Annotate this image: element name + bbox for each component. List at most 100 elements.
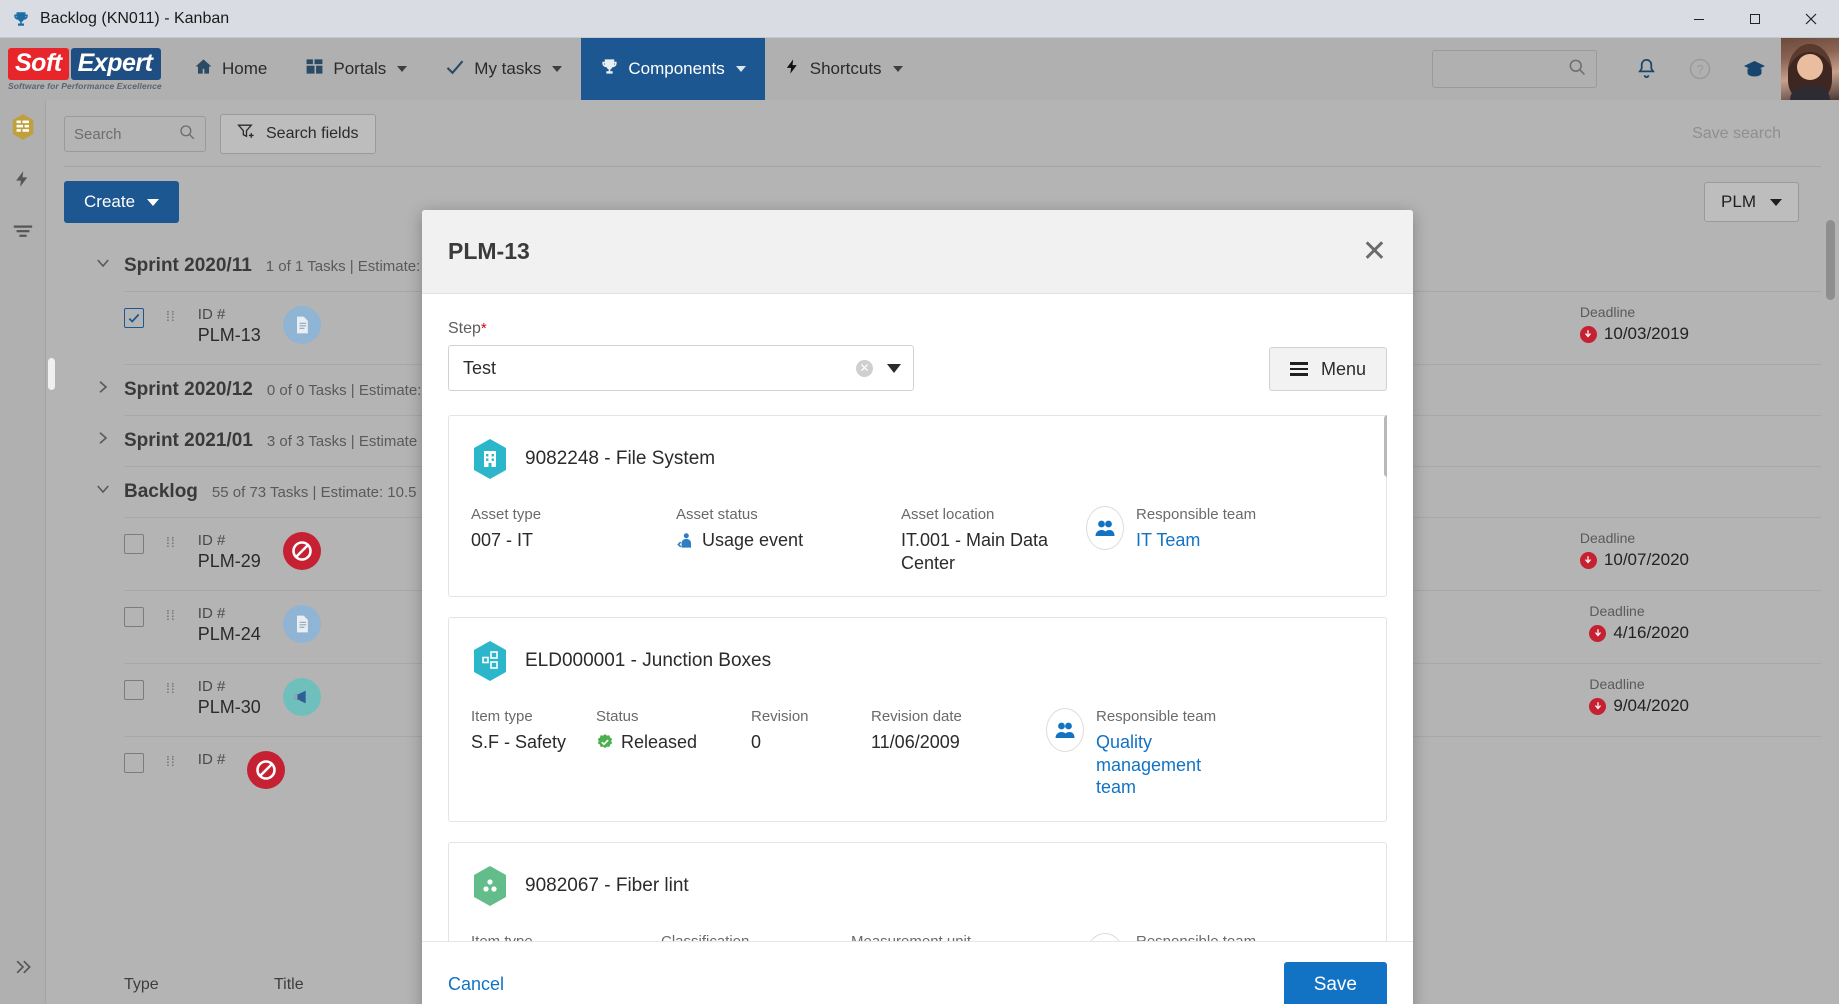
page-body: Search Search fields Save search Create … <box>0 100 1839 1004</box>
nav-item-portals-label: Portals <box>333 59 387 78</box>
field-responsible-team: Responsible team IT Team <box>1086 506 1274 574</box>
field-value: S.F - Safety <box>471 732 567 752</box>
check-icon <box>445 57 465 82</box>
softexpert-logo[interactable]: Soft Expert Software for Performance Exce… <box>0 38 175 100</box>
card-title: 9082248 - File System <box>525 448 716 469</box>
nav-item-components[interactable]: Components <box>581 38 765 100</box>
component-card-list: 9082248 - File System Asset type 007 - I… <box>448 415 1387 941</box>
bolt-icon <box>784 57 801 81</box>
minimize-button[interactable] <box>1671 0 1727 38</box>
field-label: Responsible team <box>1096 708 1217 725</box>
app-header: Soft Expert Software for Performance Exce… <box>0 38 1839 100</box>
step-label-text: Step <box>448 320 481 337</box>
menu-button[interactable]: Menu <box>1268 347 1387 391</box>
nav-item-shortcuts-label: Shortcuts <box>809 59 882 78</box>
field-revision-date: Revision date 11/06/2009 <box>871 708 1046 799</box>
field-asset-status: Asset status Usage event <box>676 506 901 574</box>
field-label: Asset status <box>676 506 758 523</box>
field-item-type: Item type S.F - Safety <box>471 708 596 799</box>
team-link[interactable]: Quality management team <box>1096 731 1236 799</box>
menu-button-label: Menu <box>1320 358 1366 379</box>
bell-icon[interactable] <box>1619 38 1673 100</box>
component-card[interactable]: 9082067 - Fiber lint Item type TXT - Cot… <box>448 841 1387 942</box>
card-fields: Item type TXT - Cotton textile processin… <box>471 932 1362 942</box>
field-value: 0 <box>751 732 762 752</box>
field-label: Revision date <box>871 708 962 725</box>
card-header: 9082067 - Fiber lint <box>471 865 1362 907</box>
window-controls <box>1671 0 1839 38</box>
field-item-type: Item type TXT - Cotton textile processin… <box>471 933 661 942</box>
header-actions: ? <box>1432 38 1839 100</box>
chevron-down-icon <box>552 66 563 72</box>
close-button[interactable] <box>1783 0 1839 38</box>
nav-item-my-tasks-label: My tasks <box>474 59 542 78</box>
cancel-button[interactable]: Cancel <box>448 974 504 995</box>
save-button[interactable]: Save <box>1283 961 1387 1004</box>
chevron-down-icon <box>397 66 408 72</box>
graduation-cap-icon[interactable] <box>1727 38 1781 100</box>
maximize-button[interactable] <box>1727 0 1783 38</box>
window-title: Backlog (KN011) - Kanban <box>40 9 230 27</box>
logo-part-soft: Soft <box>8 47 69 80</box>
card-title: 9082067 - Fiber lint <box>525 874 689 896</box>
chevron-down-icon <box>892 66 903 72</box>
card-list-scrollbar-thumb[interactable] <box>1384 415 1387 477</box>
chevron-down-icon[interactable] <box>887 363 901 373</box>
field-value: 11/06/2009 <box>871 732 960 752</box>
nav-item-portals[interactable]: Portals <box>286 38 426 100</box>
step-row: Step* Test ✕ Menu <box>448 320 1387 391</box>
help-icon[interactable]: ? <box>1673 38 1727 100</box>
usage-event-icon <box>676 531 695 556</box>
field-value: IT.001 - Main Data Center <box>901 530 1049 573</box>
logo-part-expert: Expert <box>70 47 162 80</box>
field-label: Asset location <box>901 506 995 523</box>
component-card[interactable]: 9082248 - File System Asset type 007 - I… <box>448 415 1387 597</box>
team-link[interactable]: IT Team <box>1136 529 1256 552</box>
modal-title: PLM-13 <box>448 238 530 264</box>
step-field: Step* Test ✕ <box>448 320 914 391</box>
nav-item-home-label: Home <box>222 59 268 78</box>
field-value-wrap: Usage event <box>676 529 883 556</box>
modal-header: PLM-13 ✕ <box>422 210 1413 294</box>
global-search-input[interactable] <box>1432 50 1597 88</box>
card-header: ELD000001 - Junction Boxes <box>471 640 1362 682</box>
field-label: Responsible team <box>1136 932 1257 942</box>
field-label: Classification <box>661 932 750 942</box>
team-icon <box>1086 506 1124 550</box>
grid-icon <box>305 57 324 81</box>
field-value-wrap: Released <box>596 731 733 757</box>
field-status: Status Released <box>596 708 751 799</box>
step-select[interactable]: Test ✕ <box>448 345 914 391</box>
clear-icon[interactable]: ✕ <box>856 359 873 377</box>
nav-item-shortcuts[interactable]: Shortcuts <box>765 38 922 100</box>
modal-body: Step* Test ✕ Menu 9082248 - File System … <box>422 294 1413 941</box>
user-avatar[interactable] <box>1781 38 1839 100</box>
field-revision: Revision 0 <box>751 708 871 799</box>
home-icon <box>194 57 213 81</box>
nav-item-my-tasks[interactable]: My tasks <box>426 38 581 100</box>
component-card[interactable]: ELD000001 - Junction Boxes Item type S.F… <box>448 617 1387 822</box>
modal-footer: Cancel Save <box>422 941 1413 1004</box>
plm-task-modal: PLM-13 ✕ Step* Test ✕ Menu 9082248 - Fil… <box>422 210 1413 1004</box>
field-value: Usage event <box>702 530 804 550</box>
field-label: Measurement unit <box>851 932 972 942</box>
released-icon <box>596 733 614 757</box>
card-fields: Item type S.F - Safety Status Released R… <box>471 708 1362 799</box>
nav-item-home[interactable]: Home <box>175 38 286 100</box>
search-icon <box>1567 57 1587 82</box>
field-label: Item type <box>471 708 533 725</box>
field-label: Revision <box>751 708 809 725</box>
svg-text:?: ? <box>1696 62 1703 77</box>
required-marker: * <box>480 320 487 337</box>
hamburger-icon <box>1289 362 1308 376</box>
field-label: Status <box>596 708 639 725</box>
close-icon[interactable]: ✕ <box>1362 236 1387 267</box>
card-fields: Asset type 007 - IT Asset status Usage e… <box>471 506 1362 574</box>
main-nav: Home Portals My tasks Components Shortcu… <box>175 38 922 100</box>
card-header: 9082248 - File System <box>471 438 1362 480</box>
trophy-icon <box>600 57 619 81</box>
field-label: Item type <box>471 932 533 942</box>
team-icon <box>1046 708 1084 752</box>
field-responsible-team: Responsible team Quality management team <box>1046 708 1254 799</box>
field-value: 007 - IT <box>471 530 534 550</box>
